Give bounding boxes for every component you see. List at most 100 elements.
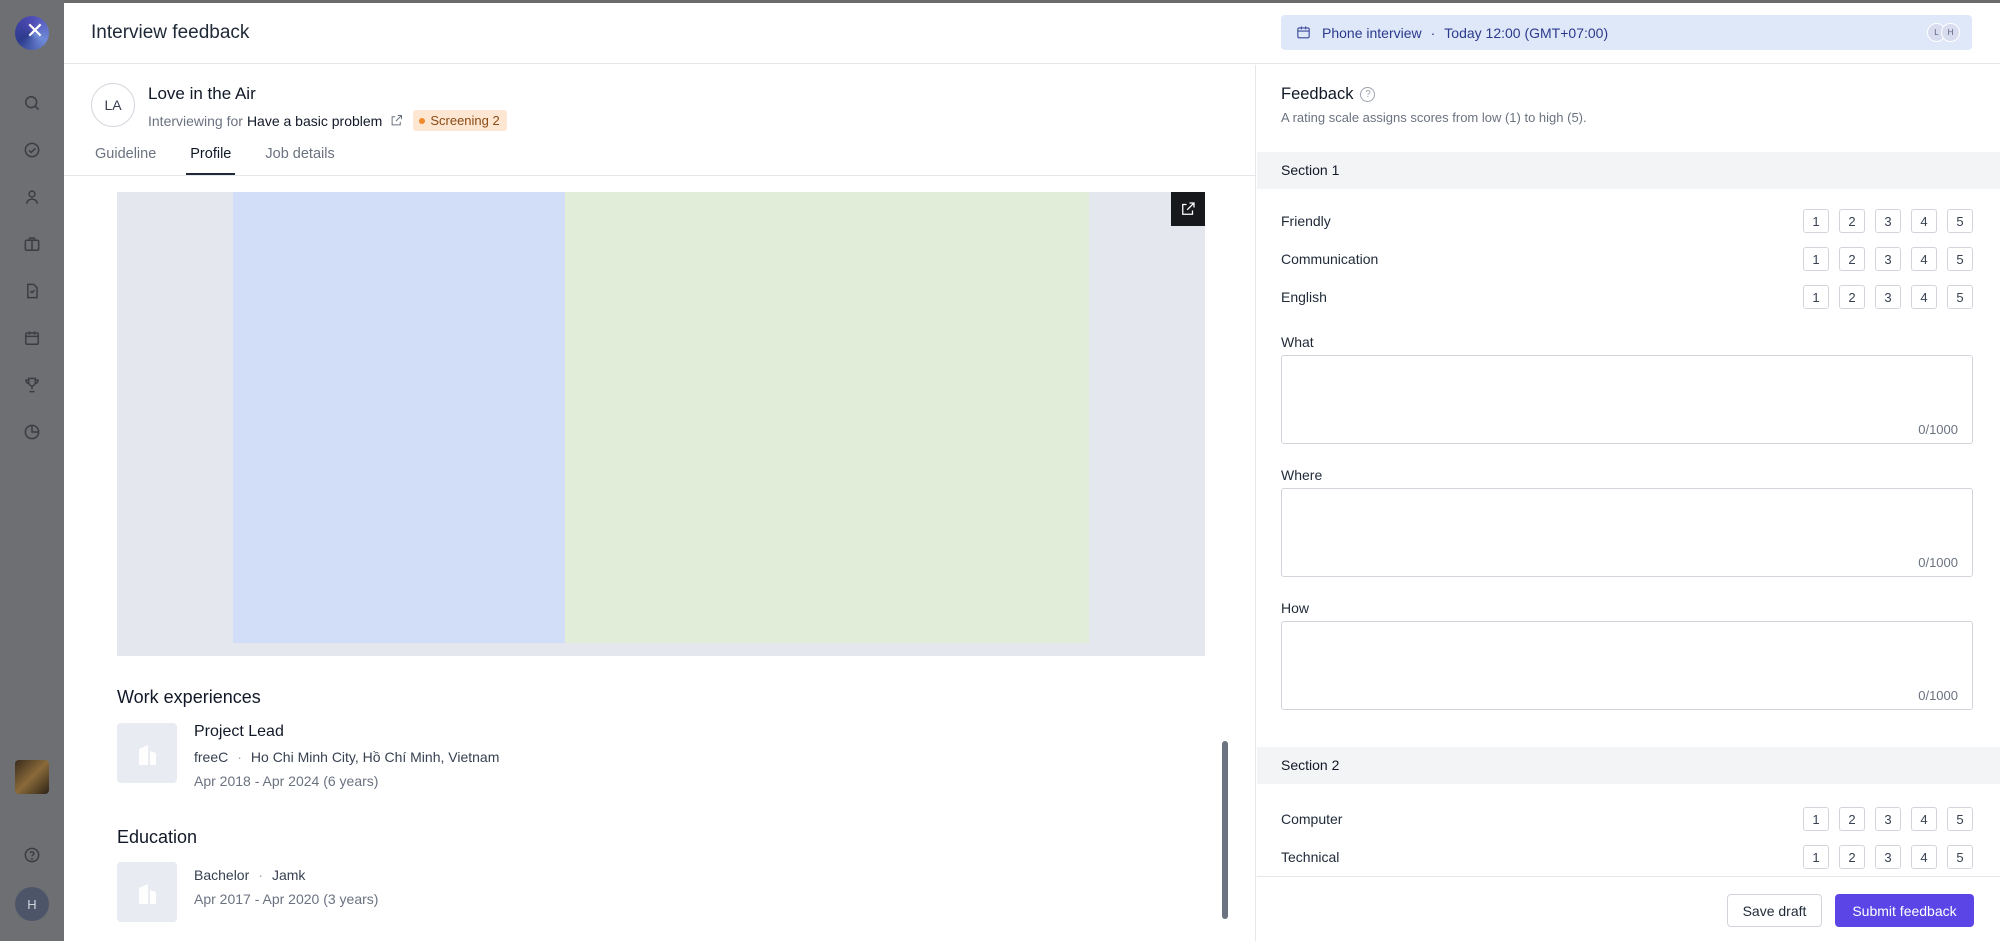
rating-row-technical: Technical 1 2 3 4 5 [1281,845,1973,869]
modal-title: Interview feedback [91,22,250,43]
rating-option-3[interactable]: 3 [1875,845,1901,869]
rating-label: Communication [1281,251,1379,267]
answer-textarea-where[interactable]: 0/1000 [1281,488,1973,577]
rating-option-4[interactable]: 4 [1911,247,1937,271]
question-label-how: How [1281,600,1310,616]
rating-option-3[interactable]: 3 [1875,247,1901,271]
rating-option-3[interactable]: 3 [1875,807,1901,831]
education-school: Jamk [271,867,306,883]
rating-option-4[interactable]: 4 [1911,285,1937,309]
interview-feedback-modal: Interview feedback Phone interview · Tod… [64,3,2000,941]
candidate-job-line: Interviewing for Have a basic problem Sc… [148,110,507,131]
rating-scale: 1 2 3 4 5 [1793,247,1973,271]
interview-info-pill[interactable]: Phone interview · Today 12:00 (GMT+07:00… [1281,15,1972,50]
user-avatar[interactable]: H [15,887,49,921]
tab-profile[interactable]: Profile [186,142,236,175]
company-avatar[interactable] [15,760,49,794]
resume-page-right [565,192,1089,643]
rating-option-1[interactable]: 1 [1803,285,1829,309]
rating-option-2[interactable]: 2 [1839,247,1865,271]
resume-preview[interactable] [117,192,1205,656]
submit-feedback-button[interactable]: Submit feedback [1835,894,1974,927]
rating-option-5[interactable]: 5 [1947,845,1973,869]
building-icon [117,862,177,922]
rating-option-1[interactable]: 1 [1803,845,1829,869]
sidebar-nav [16,72,48,448]
candidate-panel: LA Love in the Air Interviewing for Have… [64,65,1256,941]
stage-badge: Screening 2 [413,110,507,131]
work-dates: Apr 2018 - Apr 2024 (6 years) [194,773,379,789]
candidate-header: LA Love in the Air Interviewing for Have… [91,83,507,131]
trophy-icon[interactable] [16,369,48,401]
interview-type: Phone interview [1322,24,1422,41]
rating-option-2[interactable]: 2 [1839,285,1865,309]
work-location: Ho Chi Minh City, Hồ Chí Minh, Vietnam [250,749,500,765]
rating-row-friendly: Friendly 1 2 3 4 5 [1281,209,1973,233]
open-preview-button[interactable] [1171,192,1205,226]
rating-label: Technical [1281,849,1340,865]
profile-tabs: Guideline Profile Job details [95,142,369,175]
rating-scale: 1 2 3 4 5 [1793,209,1973,233]
stage-label: Screening 2 [430,113,500,128]
candidate-avatar: LA [91,83,135,127]
section-1-header: Section 1 [1257,152,2000,189]
rating-option-4[interactable]: 4 [1911,807,1937,831]
user-icon[interactable] [16,181,48,213]
search-icon[interactable] [16,87,48,119]
building-icon [117,723,177,783]
rating-scale: 1 2 3 4 5 [1793,285,1973,309]
rating-option-2[interactable]: 2 [1839,807,1865,831]
calendar-icon[interactable] [16,322,48,354]
attendee-avatar: H [1941,23,1960,42]
resume-page-left [233,192,565,643]
save-draft-button[interactable]: Save draft [1727,894,1822,927]
calendar-icon [1297,26,1310,39]
tab-guideline[interactable]: Guideline [95,142,156,175]
app-sidebar: H [0,0,64,941]
rating-option-5[interactable]: 5 [1947,807,1973,831]
rating-option-3[interactable]: 3 [1875,285,1901,309]
help-icon[interactable]: ? [1360,87,1376,102]
answer-textarea-how[interactable]: 0/1000 [1281,621,1973,710]
education-degree: Bachelor [194,867,250,883]
feedback-title: Feedback ? [1281,85,1376,104]
feedback-panel: Feedback ? A rating scale assigns scores… [1257,65,2000,941]
char-counter: 0/1000 [1918,555,1958,570]
check-circle-icon[interactable] [16,134,48,166]
close-icon[interactable]: ✕ [22,18,48,44]
feedback-footer: Save draft Submit feedback [1257,876,2000,941]
work-experiences-heading: Work experiences [117,687,261,707]
candidate-name: Love in the Air [148,84,256,103]
help-icon[interactable] [16,839,48,871]
question-label-where: Where [1281,467,1323,483]
rating-option-5[interactable]: 5 [1947,209,1973,233]
question-label-what: What [1281,334,1314,350]
rating-label: English [1281,289,1327,305]
work-company-line: freeC · Ho Chi Minh City, Hồ Chí Minh, Vie… [194,749,499,765]
rating-option-1[interactable]: 1 [1803,247,1829,271]
document-icon[interactable] [16,275,48,307]
rating-label: Friendly [1281,213,1331,229]
rating-option-2[interactable]: 2 [1839,845,1865,869]
rating-option-5[interactable]: 5 [1947,247,1973,271]
rating-option-4[interactable]: 4 [1911,209,1937,233]
sidebar-bottom: H [0,760,64,941]
external-link-icon [1182,202,1195,215]
char-counter: 0/1000 [1918,688,1958,703]
tab-job-details[interactable]: Job details [265,142,334,175]
external-link-icon[interactable] [389,113,404,128]
rating-option-3[interactable]: 3 [1875,209,1901,233]
education-dates: Apr 2017 - Apr 2020 (3 years) [194,891,379,907]
section-2-header: Section 2 [1257,747,2000,784]
char-counter: 0/1000 [1918,422,1958,437]
rating-option-1[interactable]: 1 [1803,807,1829,831]
pie-chart-icon[interactable] [16,416,48,448]
briefcase-icon[interactable] [16,228,48,260]
rating-option-2[interactable]: 2 [1839,209,1865,233]
rating-option-1[interactable]: 1 [1803,209,1829,233]
scrollbar[interactable] [1222,741,1228,919]
job-link[interactable]: Have a basic problem [247,113,382,129]
rating-option-5[interactable]: 5 [1947,285,1973,309]
answer-textarea-what[interactable]: 0/1000 [1281,355,1973,444]
rating-option-4[interactable]: 4 [1911,845,1937,869]
